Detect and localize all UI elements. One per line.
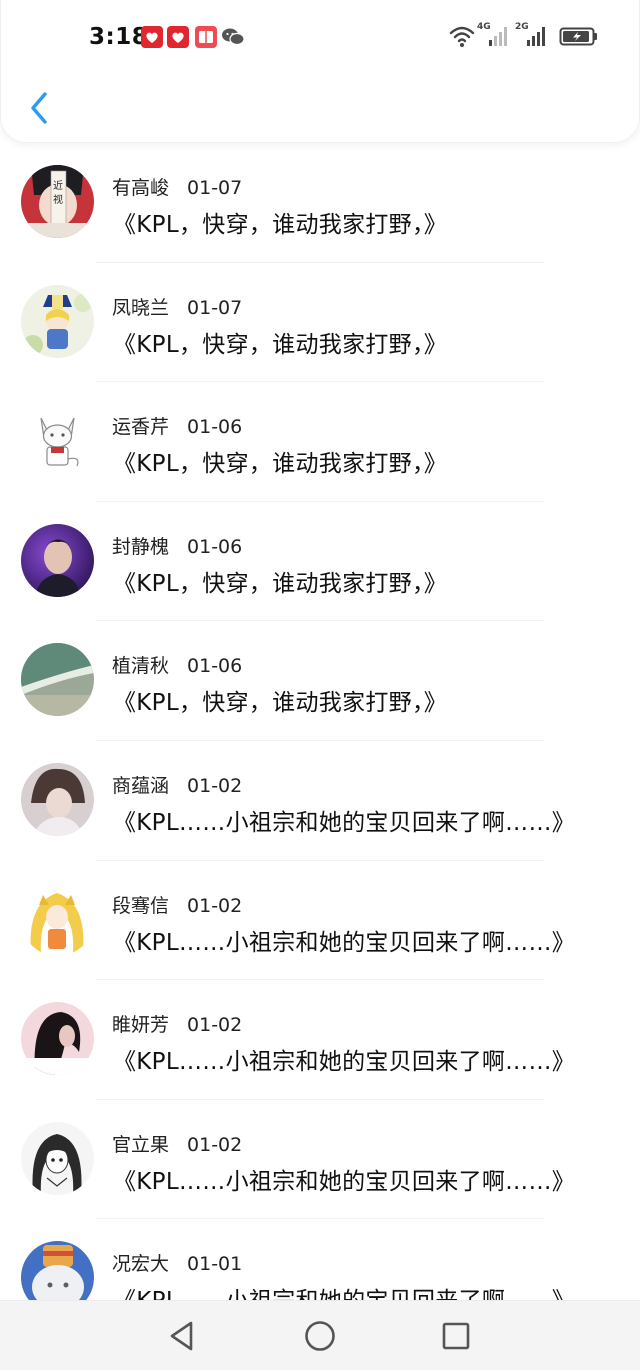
signal-icon (489, 27, 507, 46)
nav-back-button[interactable] (164, 1318, 200, 1354)
sender-name: 况宏大 (112, 1253, 170, 1276)
anime-girl-avatar[interactable] (21, 284, 94, 358)
sender-name: 段骞信 (112, 894, 170, 917)
book-app-icon (195, 26, 217, 48)
wechat-icon (221, 26, 245, 48)
message-date: 01-06 (187, 535, 243, 558)
recents-square-icon (442, 1322, 470, 1350)
sender-name: 运香芹 (112, 416, 170, 439)
message-date: 01-02 (187, 774, 243, 797)
header: 3:18 4G 2G (0, 0, 640, 143)
status-bar: 3:18 4G 2G (1, 0, 640, 76)
message-date: 01-07 (187, 296, 243, 319)
red-app-icon (167, 26, 189, 48)
signal-icon (527, 27, 545, 46)
nav-recents-button[interactable] (438, 1318, 474, 1354)
portrait-avatar[interactable] (21, 523, 94, 597)
message-date: 01-07 (187, 177, 243, 199)
sender-name: 植清秋 (112, 655, 170, 678)
list-item[interactable]: 官立果 01-02 《KPL……小祖宗和她的宝贝回来了啊……》 (0, 1100, 640, 1220)
girl-photo-avatar[interactable] (21, 762, 94, 836)
message-text: 《KPL，快穿，谁动我家打野，》 (113, 690, 448, 717)
back-triangle-icon (170, 1321, 193, 1351)
screen: 3:18 4G 2G 近 视 有高峻 01-07 《KPL，快穿，谁动我家打野，… (0, 0, 640, 1370)
message-text: 《KPL，快穿，谁动我家打野，》 (113, 451, 448, 478)
red-app-icon (141, 26, 163, 48)
list-item[interactable]: 睢妍芳 01-02 《KPL……小祖宗和她的宝贝回来了啊……》 (0, 980, 640, 1100)
message-text: 《KPL……小祖宗和她的宝贝回来了啊……》 (113, 929, 576, 956)
message-meta: 凤晓兰 01-07 (112, 293, 242, 320)
sender-name: 封静槐 (112, 535, 170, 558)
message-date: 01-06 (187, 655, 243, 678)
message-date: 01-01 (187, 1253, 243, 1276)
svg-text:近: 近 (53, 179, 63, 192)
beach-avatar[interactable] (21, 643, 94, 717)
nav-home-button[interactable] (302, 1318, 338, 1354)
sender-name: 凤晓兰 (112, 296, 170, 319)
message-meta: 况宏大 01-01 (112, 1249, 242, 1276)
message-list: 近 视 有高峻 01-07 《KPL，快穿，谁动我家打野，》 凤晓兰 01-07… (0, 143, 640, 1339)
list-item[interactable]: 植清秋 01-06 《KPL，快穿，谁动我家打野，》 (0, 621, 640, 741)
list-item[interactable]: 近 视 有高峻 01-07 《KPL，快穿，谁动我家打野，》 (0, 143, 640, 263)
list-item[interactable]: 商蕴涵 01-02 《KPL……小祖宗和她的宝贝回来了啊……》 (0, 741, 640, 861)
system-navbar (0, 1300, 640, 1370)
svg-text:视: 视 (53, 193, 63, 206)
message-meta: 商蕴涵 01-02 (112, 771, 242, 798)
message-meta: 官立果 01-02 (112, 1130, 242, 1157)
message-meta: 运香芹 01-06 (112, 412, 242, 439)
message-text: 《KPL，快穿，谁动我家打野，》 (113, 331, 448, 358)
message-meta: 有高峻 01-07 (112, 173, 242, 200)
list-item[interactable]: 段骞信 01-02 《KPL……小祖宗和她的宝贝回来了啊……》 (0, 861, 640, 981)
message-meta: 封静槐 01-06 (112, 532, 242, 559)
message-date: 01-02 (187, 894, 243, 917)
status-time: 3:18 (89, 24, 149, 50)
sender-name: 睢妍芳 (112, 1014, 170, 1037)
battery-charging-icon (559, 27, 597, 46)
back-button[interactable] (19, 86, 59, 130)
message-date: 01-02 (187, 1133, 243, 1156)
yellow-anime-avatar[interactable] (21, 882, 94, 956)
sender-name: 官立果 (112, 1133, 170, 1156)
message-text: 《KPL……小祖宗和她的宝贝回来了啊……》 (113, 1049, 576, 1076)
wifi-icon (449, 26, 475, 47)
list-item[interactable]: 凤晓兰 01-07 《KPL，快穿，谁动我家打野，》 (0, 263, 640, 383)
system-icons: 4G 2G (449, 22, 609, 50)
sketch-anime-avatar[interactable] (21, 1121, 94, 1195)
list-item[interactable]: 运香芹 01-06 《KPL，快穿，谁动我家打野，》 (0, 382, 640, 502)
message-text: 《KPL……小祖宗和她的宝贝回来了啊……》 (113, 1168, 576, 1195)
message-text: 《KPL，快穿，谁动我家打野，》 (113, 570, 448, 597)
message-text: 《KPL，快穿，谁动我家打野，》 (113, 212, 448, 238)
sender-name: 商蕴涵 (112, 774, 170, 797)
dark-hair-avatar[interactable] (21, 1002, 94, 1076)
message-meta: 植清秋 01-06 (112, 651, 242, 678)
message-date: 01-06 (187, 416, 243, 439)
list-item[interactable]: 封静槐 01-06 《KPL，快穿，谁动我家打野，》 (0, 502, 640, 622)
chevron-left-icon (31, 92, 47, 124)
anime-boy-avatar[interactable]: 近 视 (21, 165, 94, 238)
sender-name: 有高峻 (112, 177, 170, 199)
cat-avatar[interactable] (21, 404, 94, 478)
message-meta: 段骞信 01-02 (112, 891, 242, 918)
message-text: 《KPL……小祖宗和她的宝贝回来了啊……》 (113, 809, 576, 836)
message-date: 01-02 (187, 1014, 243, 1037)
message-meta: 睢妍芳 01-02 (112, 1010, 242, 1037)
home-circle-icon (305, 1321, 335, 1351)
